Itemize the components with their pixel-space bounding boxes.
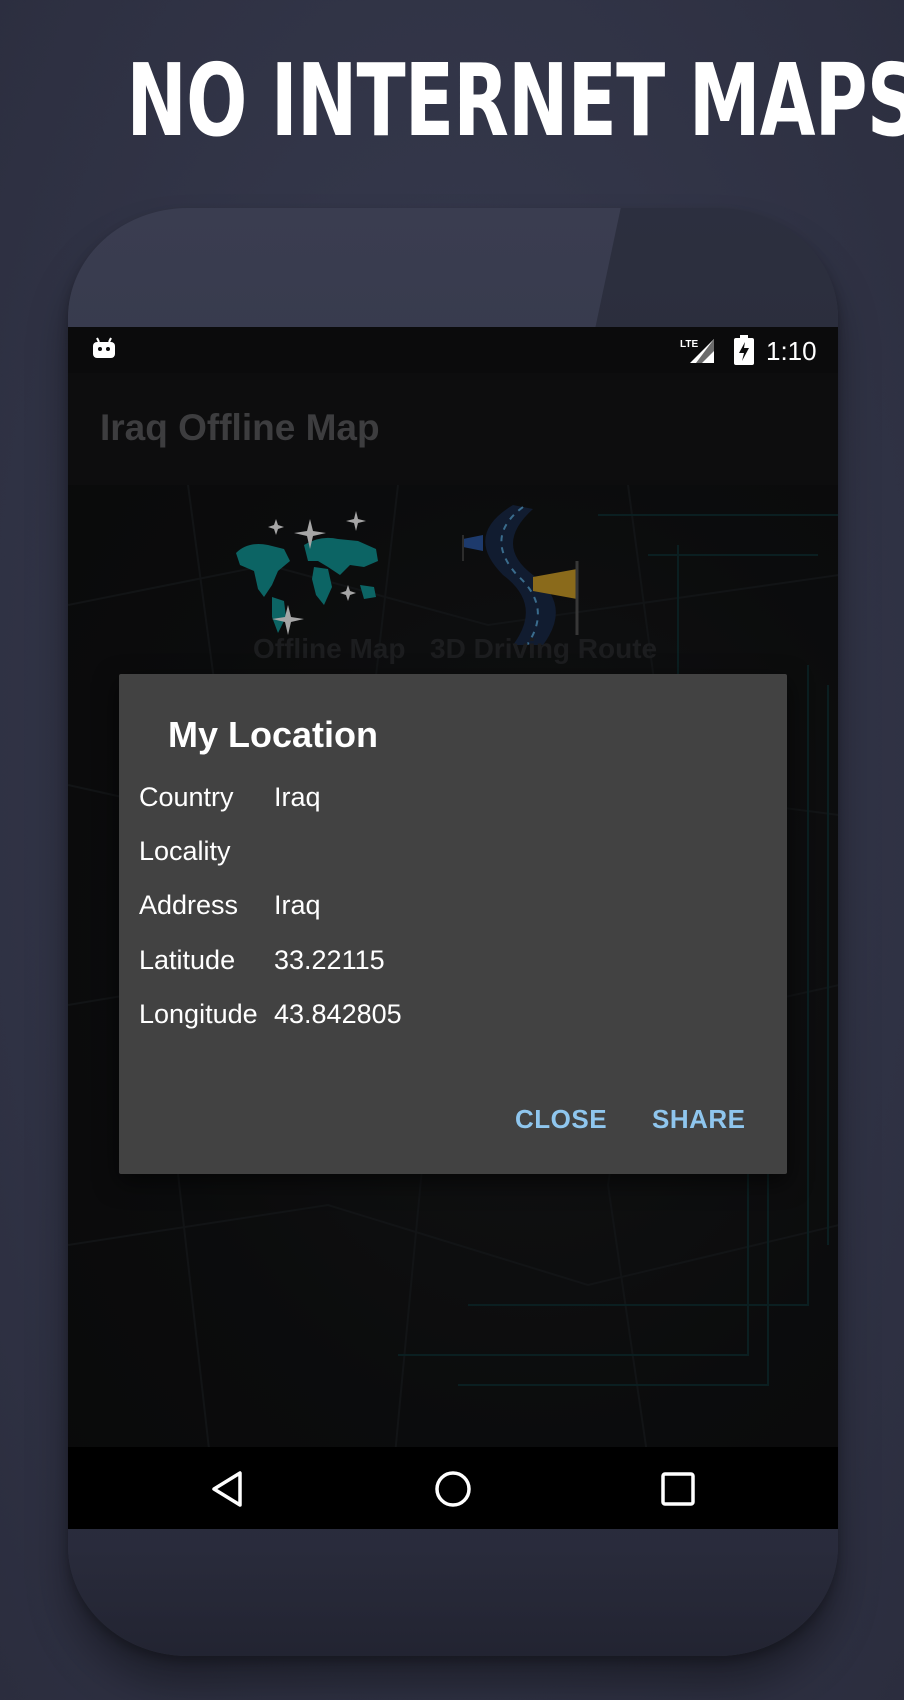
locality-row: Locality: [139, 836, 759, 876]
navigation-bar: [68, 1447, 838, 1529]
svg-text:LTE: LTE: [680, 339, 698, 350]
latitude-row: Latitude 33.22115: [139, 945, 759, 985]
country-label: Country: [139, 782, 234, 812]
country-row: Country Iraq: [139, 782, 759, 822]
latitude-value: 33.22115: [274, 945, 385, 975]
android-debug-icon: [93, 337, 115, 358]
close-button[interactable]: CLOSE: [515, 1104, 607, 1135]
locality-label: Locality: [139, 836, 231, 866]
recents-icon[interactable]: [658, 1469, 698, 1509]
country-value: Iraq: [274, 782, 321, 812]
my-location-dialog: My Location Country Iraq Locality Addres…: [119, 674, 787, 1174]
back-icon[interactable]: [208, 1469, 248, 1509]
latitude-label: Latitude: [139, 945, 236, 975]
clock: 1:10: [766, 336, 817, 366]
phone-frame: LTE 1:10 Iraq Offline Map Offline Map 3D…: [68, 208, 838, 1656]
promo-title: NO INTERNET MAPS: [126, 42, 904, 159]
battery-charging-icon: [734, 335, 754, 365]
address-value: Iraq: [274, 890, 321, 920]
longitude-label: Longitude: [139, 999, 258, 1029]
address-row: Address Iraq: [139, 890, 759, 930]
home-icon[interactable]: [433, 1469, 473, 1509]
status-bar: LTE 1:10: [68, 327, 838, 373]
dialog-title: My Location: [168, 714, 379, 755]
phone-shadow: [68, 1546, 838, 1656]
lte-signal-icon: LTE: [680, 339, 714, 363]
phone-reflection: [595, 208, 838, 328]
longitude-value: 43.842805: [274, 999, 402, 1029]
address-label: Address: [139, 890, 239, 920]
longitude-row: Longitude 43.842805: [139, 999, 759, 1039]
phone-screen: LTE 1:10 Iraq Offline Map Offline Map 3D…: [68, 327, 838, 1529]
share-button[interactable]: SHARE: [652, 1104, 746, 1135]
